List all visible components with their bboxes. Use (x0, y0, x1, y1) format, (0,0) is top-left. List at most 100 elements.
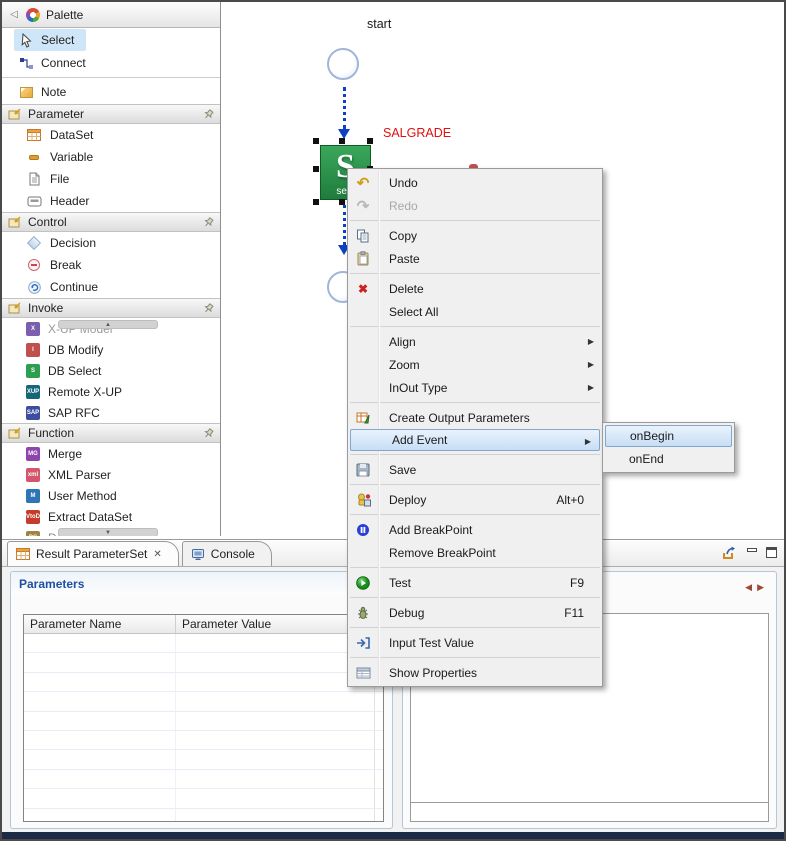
menu-item-copy[interactable]: Copy (348, 224, 602, 247)
connect-icon (18, 55, 34, 71)
break-icon (26, 257, 42, 273)
palette-tool-select[interactable]: Select (14, 29, 86, 51)
menu-item-undo[interactable]: ↶ Undo (348, 171, 602, 194)
table-row[interactable] (24, 673, 383, 692)
pin-icon[interactable] (203, 303, 214, 314)
collapse-palette-icon[interactable]: ◁ (8, 9, 20, 20)
table-row[interactable] (24, 770, 383, 789)
palette-scroll-down[interactable]: ▼ (58, 528, 158, 536)
separator (350, 220, 600, 221)
connector-line[interactable] (343, 87, 346, 129)
palette-scroll-up[interactable]: ▲ (58, 320, 158, 329)
table-row[interactable] (24, 789, 383, 808)
palette-tool-note[interactable]: Note (14, 81, 78, 103)
palette-item-xml-parser[interactable]: xml XML Parser (2, 464, 220, 485)
palette-item-label: User Method (48, 489, 117, 503)
tab-console[interactable]: Console (182, 541, 272, 566)
palette-tool-label: Note (41, 85, 66, 99)
submenu-arrow-icon: ▶ (585, 437, 591, 446)
table-row[interactable] (24, 653, 383, 672)
db-select-icon: S (26, 364, 40, 378)
palette-tool-label: Connect (41, 56, 86, 70)
table-row[interactable] (24, 731, 383, 750)
start-node[interactable] (327, 48, 359, 80)
palette-item-label: Remote X-UP (48, 385, 122, 399)
separator (350, 597, 600, 598)
palette-item-variable[interactable]: Variable (2, 146, 220, 168)
menu-item-inout-type[interactable]: InOut Type ▶ (348, 376, 602, 399)
menu-item-deploy[interactable]: Deploy Alt+0 (348, 488, 602, 511)
palette-item-dataset[interactable]: DataSet (2, 124, 220, 146)
selection-handle[interactable] (313, 166, 319, 172)
table-row[interactable] (24, 634, 383, 653)
palette-item-continue[interactable]: Continue (2, 276, 220, 298)
menu-item-delete[interactable]: ✖ Delete (348, 277, 602, 300)
palette-item-sap-rfc[interactable]: SAP SAP RFC (2, 402, 220, 423)
connector-line[interactable] (343, 205, 346, 245)
selection-handle[interactable] (367, 138, 373, 144)
table-row[interactable] (24, 692, 383, 711)
column-header-parameter-value[interactable]: Parameter Value (176, 615, 375, 633)
palette-item-db-modify[interactable]: I DB Modify (2, 339, 220, 360)
submenu-item-onbegin[interactable]: onBegin (605, 425, 732, 447)
selection-handle[interactable] (339, 138, 345, 144)
section-title: Invoke (28, 301, 63, 315)
menu-item-add-event[interactable]: Add Event ▶ (350, 429, 600, 451)
separator (350, 514, 600, 515)
palette-item-extract-dataset[interactable]: VtoD Extract DataSet (2, 506, 220, 527)
palette-item-merge[interactable]: MG Merge (2, 443, 220, 464)
maximize-icon[interactable] (766, 547, 777, 558)
save-icon (348, 463, 378, 477)
palette-item-file[interactable]: File (2, 168, 220, 190)
table-row[interactable] (24, 809, 383, 822)
menu-item-input-test-value[interactable]: Input Test Value (348, 631, 602, 654)
menu-shortcut: Alt+0 (556, 493, 602, 507)
pager-arrows: ◀ ▶ (745, 582, 764, 593)
menu-item-label: Add BreakPoint (389, 523, 472, 537)
menu-item-save[interactable]: Save (348, 458, 602, 481)
palette-section-invoke[interactable]: Invoke (2, 298, 220, 318)
input-test-icon (348, 636, 378, 650)
pin-icon[interactable] (203, 428, 214, 439)
palette-item-remote-xup[interactable]: XUP Remote X-UP (2, 381, 220, 402)
palette-item-header[interactable]: Header (2, 190, 220, 212)
menu-item-remove-breakpoint[interactable]: Remove BreakPoint (348, 541, 602, 564)
selection-handle[interactable] (313, 138, 319, 144)
nav-left-icon[interactable]: ◀ (745, 582, 752, 593)
tab-result-parameterset[interactable]: Result ParameterSet ✕ (7, 541, 179, 566)
selection-handle[interactable] (313, 199, 319, 205)
menu-item-zoom[interactable]: Zoom ▶ (348, 353, 602, 376)
menu-item-select-all[interactable]: Select All (348, 300, 602, 323)
palette-tool-connect[interactable]: Connect (14, 52, 98, 74)
palette-section-parameter[interactable]: Parameter (2, 104, 220, 124)
palette-item-db-select[interactable]: S DB Select (2, 360, 220, 381)
menu-item-label: Redo (389, 199, 418, 213)
pin-icon[interactable] (203, 217, 214, 228)
menu-item-align[interactable]: Align ▶ (348, 330, 602, 353)
palette-item-break[interactable]: Break (2, 254, 220, 276)
close-tab-icon[interactable]: ✕ (153, 549, 161, 560)
open-in-window-icon[interactable] (721, 545, 738, 560)
palette-tool-label: Select (41, 33, 74, 47)
nav-right-icon[interactable]: ▶ (757, 582, 764, 593)
table-row[interactable] (24, 750, 383, 769)
palette-section-function[interactable]: Function (2, 423, 220, 443)
palette-item-user-method[interactable]: M User Method (2, 485, 220, 506)
separator (350, 273, 600, 274)
menu-item-show-properties[interactable]: Show Properties (348, 661, 602, 684)
palette-item-decision[interactable]: Decision (2, 232, 220, 254)
palette-section-control[interactable]: Control (2, 212, 220, 232)
merge-icon: MG (26, 447, 40, 461)
menu-item-create-output-parameters[interactable]: Create Output Parameters (348, 406, 602, 429)
pin-icon[interactable] (203, 109, 214, 120)
minimize-icon[interactable] (747, 548, 757, 552)
menu-item-test[interactable]: Test F9 (348, 571, 602, 594)
menu-item-add-breakpoint[interactable]: Add BreakPoint (348, 518, 602, 541)
menu-item-debug[interactable]: Debug F11 (348, 601, 602, 624)
menu-item-redo[interactable]: ↷ Redo (348, 194, 602, 217)
submenu-item-onend[interactable]: onEnd (605, 447, 732, 470)
table-row[interactable] (24, 712, 383, 731)
menu-item-paste[interactable]: Paste (348, 247, 602, 270)
column-header-parameter-name[interactable]: Parameter Name (24, 615, 176, 633)
parameters-table: Parameter Name Parameter Value (23, 614, 384, 822)
